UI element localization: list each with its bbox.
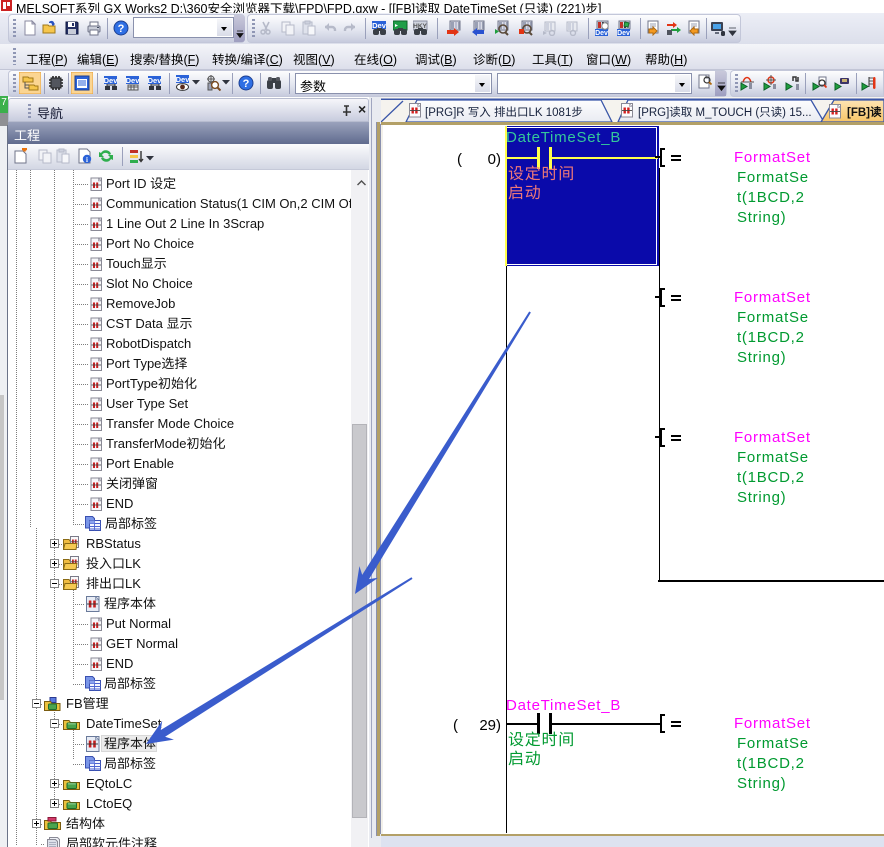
svg-text:Dev: Dev: [176, 75, 191, 84]
svg-text:?: ?: [243, 78, 250, 90]
svg-text:Dev: Dev: [126, 76, 141, 85]
svg-text:Dev: Dev: [104, 76, 119, 85]
svg-text:Dev: Dev: [595, 30, 608, 36]
svg-text:?: ?: [118, 23, 125, 35]
svg-text:i: i: [86, 156, 88, 164]
svg-text:Dev: Dev: [617, 30, 630, 36]
svg-text:Dev: Dev: [148, 76, 163, 85]
